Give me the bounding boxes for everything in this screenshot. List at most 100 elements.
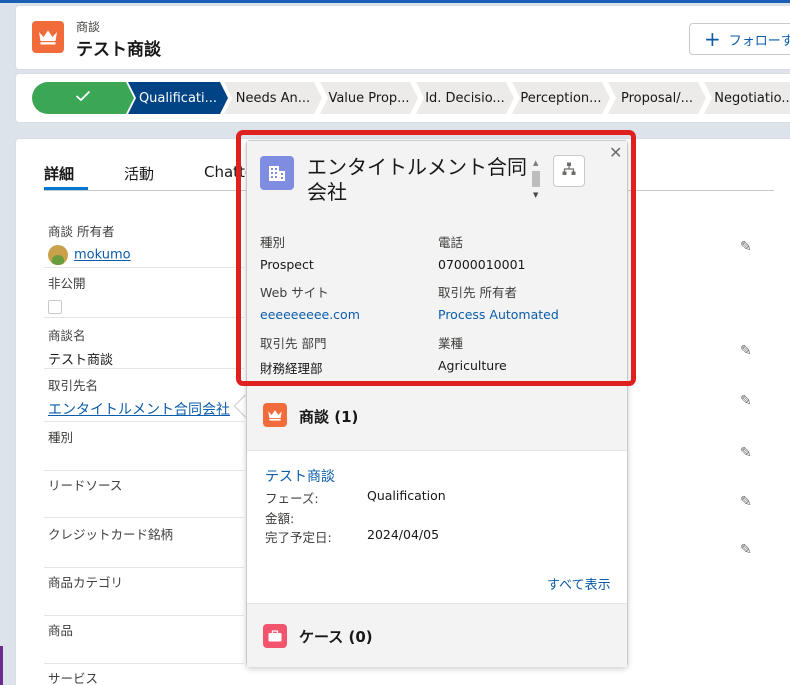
left-edge-strip bbox=[0, 646, 3, 685]
hierarchy-button[interactable] bbox=[553, 155, 585, 187]
view-all-link[interactable]: すべて表示 bbox=[547, 574, 611, 593]
website-link[interactable]: eeeeeeeee.com bbox=[260, 307, 430, 322]
top-accent-line bbox=[0, 0, 790, 3]
popover-field-phone: 電話 07000010001 bbox=[438, 232, 608, 272]
cases-title[interactable]: ケース (0) bbox=[299, 626, 373, 647]
check-icon bbox=[75, 90, 91, 106]
opportunities-title[interactable]: 商談 (1) bbox=[299, 406, 358, 427]
crown-icon bbox=[32, 21, 64, 53]
field-label: 商品カテゴリ bbox=[48, 575, 124, 590]
field-label: Web サイト bbox=[260, 285, 329, 300]
scroll-down-icon[interactable]: ▼ bbox=[533, 191, 538, 199]
popover-field-website: Web サイト eeeeeeeee.com bbox=[260, 282, 430, 322]
sales-path: Qualificati... Needs An... Value Prop...… bbox=[15, 73, 790, 123]
pencil-icon[interactable]: ✎ bbox=[740, 542, 756, 558]
field-label: 商談 所有者 bbox=[48, 224, 115, 239]
stage-label: Proposal/... bbox=[621, 90, 693, 106]
field-label: リードソース bbox=[48, 478, 123, 493]
path-stage-value-proposition[interactable]: Value Prop... bbox=[320, 82, 418, 114]
divider bbox=[44, 567, 244, 568]
stage-label: Perception... bbox=[520, 90, 602, 106]
field-label: 商品 bbox=[48, 623, 74, 638]
path-stage-id-decision-makers[interactable]: Id. Decisio... bbox=[416, 82, 514, 114]
opp-close-date-value: 2024/04/05 bbox=[367, 527, 440, 542]
owner-link[interactable]: Process Automated bbox=[438, 307, 608, 322]
scroll-thumb[interactable] bbox=[532, 171, 540, 187]
field-opportunity-name: 商談名 テスト商談 bbox=[48, 325, 268, 368]
popover-account-name[interactable]: エンタイトルメント合同会社 bbox=[307, 155, 532, 205]
pencil-icon[interactable]: ✎ bbox=[740, 393, 756, 409]
field-label: 非公開 bbox=[48, 276, 86, 291]
opp-close-date-label: 完了予定日: bbox=[265, 530, 332, 545]
object-label: 商談 bbox=[76, 20, 101, 34]
cases-section-header: ケース (0) bbox=[247, 604, 627, 667]
avatar bbox=[48, 245, 68, 265]
field-private: 非公開 bbox=[48, 273, 268, 314]
owner-link[interactable]: mokumo bbox=[74, 248, 131, 263]
field-label: 種別 bbox=[260, 235, 286, 250]
field-value: Agriculture bbox=[438, 358, 507, 373]
popover-field-industry: 業種 Agriculture bbox=[438, 333, 608, 373]
divider bbox=[247, 450, 627, 451]
stage-label: Value Prop... bbox=[328, 90, 410, 106]
field-lead-source: リードソース bbox=[48, 475, 268, 494]
account-link[interactable]: エンタイトルメント合同会社 bbox=[48, 399, 268, 419]
field-value: テスト商談 bbox=[48, 353, 114, 368]
pencil-icon[interactable]: ✎ bbox=[740, 239, 756, 255]
path-stage-needs-analysis[interactable]: Needs An... bbox=[224, 82, 322, 114]
briefcase-icon bbox=[263, 624, 287, 648]
divider bbox=[44, 663, 244, 664]
pencil-icon[interactable]: ✎ bbox=[740, 445, 756, 461]
field-label: 商談名 bbox=[48, 328, 86, 343]
path-stage-complete[interactable] bbox=[32, 82, 134, 114]
path-stage-proposal[interactable]: Proposal/... bbox=[608, 82, 706, 114]
popover-title-scrollbar[interactable]: ▲ ▼ bbox=[532, 159, 540, 201]
divider bbox=[44, 470, 244, 471]
stage-label: Qualificati... bbox=[138, 90, 218, 106]
opportunity-link[interactable]: テスト商談 bbox=[265, 466, 335, 486]
scroll-up-icon[interactable]: ▲ bbox=[533, 159, 538, 167]
popover-header: エンタイトルメント合同会社 ▲ ▼ ✕ 種別 Prospect 電話 07000… bbox=[247, 141, 627, 387]
divider bbox=[44, 421, 244, 422]
opp-stage-label: フェーズ: bbox=[265, 491, 319, 506]
field-label: 電話 bbox=[438, 235, 464, 250]
crown-icon bbox=[263, 403, 287, 427]
field-label: サービス bbox=[48, 671, 99, 685]
path-stage-qualification[interactable]: Qualificati... bbox=[128, 82, 228, 114]
divider bbox=[44, 267, 244, 268]
divider bbox=[44, 317, 244, 318]
divider bbox=[44, 615, 244, 616]
field-value: 07000010001 bbox=[438, 257, 526, 272]
field-product: 商品 bbox=[48, 620, 268, 639]
field-label: 取引先 所有者 bbox=[438, 285, 517, 300]
field-credit-card: クレジットカード銘柄 bbox=[48, 524, 268, 543]
stage-label: Negotiatio... bbox=[714, 90, 790, 106]
field-label: 取引先 部門 bbox=[260, 336, 327, 351]
field-product-category: 商品カテゴリ bbox=[48, 572, 268, 591]
close-icon[interactable]: ✕ bbox=[609, 143, 622, 162]
tab-details[interactable]: 詳細 bbox=[44, 163, 74, 184]
field-value: 財務経理部 bbox=[260, 361, 323, 376]
divider bbox=[44, 368, 244, 369]
building-icon bbox=[260, 156, 294, 190]
popover-field-department: 取引先 部門 財務経理部 bbox=[260, 333, 430, 377]
popover-field-type: 種別 Prospect bbox=[260, 232, 430, 272]
field-label: 取引先名 bbox=[48, 378, 99, 393]
field-label: 種別 bbox=[48, 430, 74, 445]
pencil-icon[interactable]: ✎ bbox=[740, 343, 756, 359]
private-checkbox[interactable] bbox=[48, 300, 62, 314]
field-value: mokumo bbox=[48, 245, 268, 265]
path-stage-perception-analysis[interactable]: Perception... bbox=[512, 82, 610, 114]
popover-field-owner: 取引先 所有者 Process Automated bbox=[438, 282, 608, 322]
follow-button[interactable]: + フォローす bbox=[689, 23, 790, 55]
tab-activity[interactable]: 活動 bbox=[124, 163, 154, 184]
field-label: 業種 bbox=[438, 336, 464, 351]
field-value: Prospect bbox=[260, 257, 314, 272]
follow-label: フォローす bbox=[728, 33, 790, 49]
pencil-icon[interactable]: ✎ bbox=[740, 494, 756, 510]
divider bbox=[44, 517, 244, 518]
field-service: サービス bbox=[48, 668, 268, 685]
opportunities-section-header: 商談 (1) bbox=[247, 387, 627, 450]
record-header: 商談 テスト商談 + フォローす bbox=[15, 5, 790, 70]
path-stage-negotiation[interactable]: Negotiatio... bbox=[704, 82, 790, 114]
